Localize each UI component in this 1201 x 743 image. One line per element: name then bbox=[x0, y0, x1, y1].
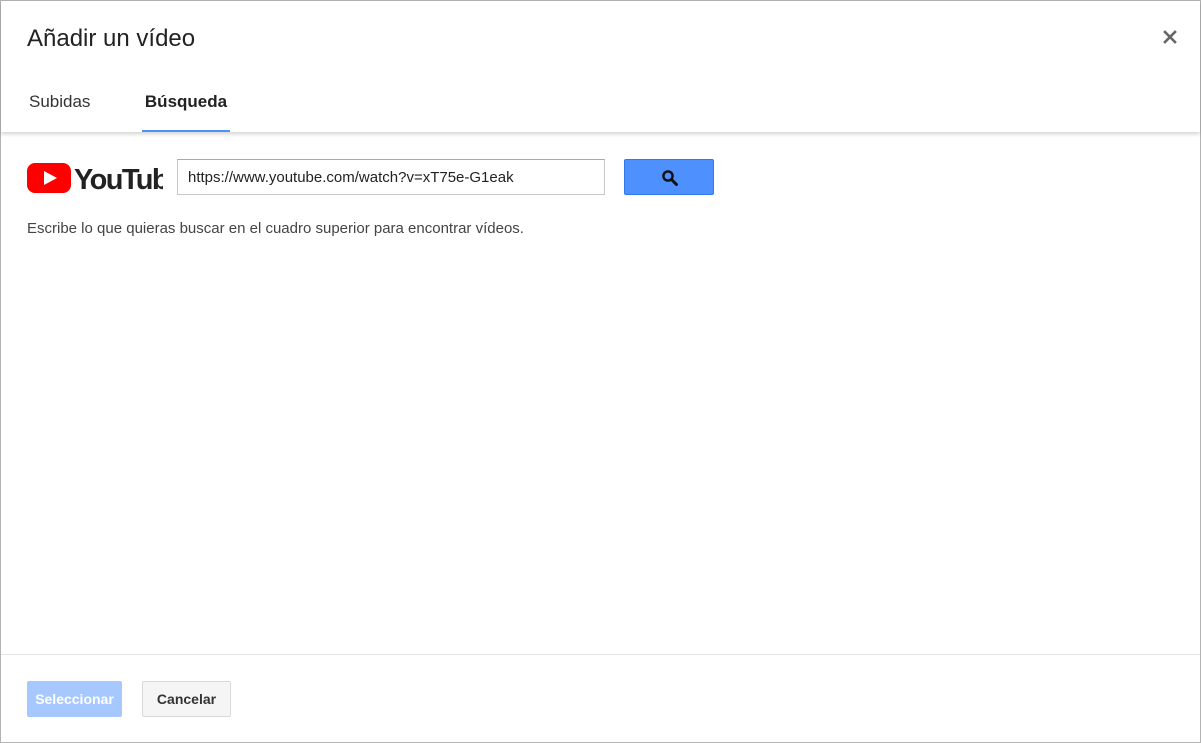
dialog-header: Añadir un vídeo Subidas Búsqueda bbox=[1, 1, 1200, 132]
tab-busqueda-label: Búsqueda bbox=[144, 92, 228, 111]
close-icon bbox=[1163, 30, 1177, 44]
tab-busqueda[interactable]: Búsqueda bbox=[142, 73, 230, 132]
close-button[interactable] bbox=[1158, 25, 1182, 49]
youtube-logo: YouTube bbox=[27, 163, 163, 194]
tab-bar: Subidas Búsqueda bbox=[1, 73, 1200, 132]
tab-subidas[interactable]: Subidas bbox=[29, 73, 93, 132]
search-hint: Escribe lo que quieras buscar en el cuad… bbox=[27, 220, 524, 237]
search-button[interactable] bbox=[624, 159, 714, 195]
active-tab-indicator bbox=[142, 130, 230, 132]
dialog-title: Añadir un vídeo bbox=[27, 25, 196, 52]
youtube-logo-text: YouTube bbox=[74, 164, 163, 194]
add-video-dialog: Añadir un vídeo Subidas Búsqueda YouTube bbox=[0, 0, 1201, 743]
select-button[interactable]: Seleccionar bbox=[27, 681, 122, 717]
cancel-button[interactable]: Cancelar bbox=[142, 681, 231, 717]
dialog-footer: Seleccionar Cancelar bbox=[1, 654, 1200, 743]
search-input[interactable] bbox=[177, 159, 605, 195]
search-icon bbox=[662, 170, 678, 186]
dialog-body: YouTube Escribe lo que quieras buscar en… bbox=[1, 132, 1200, 654]
